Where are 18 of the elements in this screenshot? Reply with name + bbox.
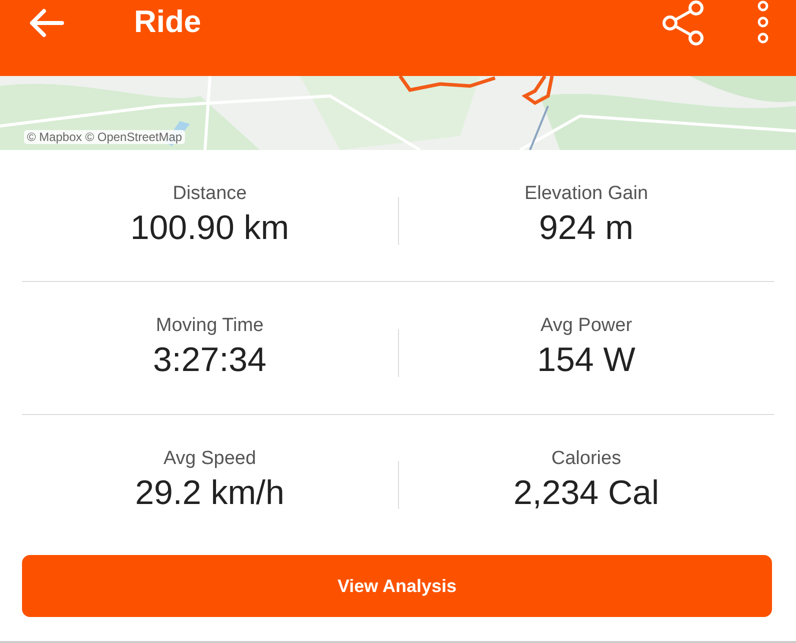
stat-value: 924 m (539, 209, 634, 248)
stat-value: 100.90 km (130, 209, 290, 248)
stat-value: 3:27:34 (153, 341, 266, 380)
stat-value: 2,234 Cal (513, 474, 660, 513)
stat-label: Calories (551, 448, 622, 470)
share-icon[interactable] (660, 0, 706, 46)
stat-label: Avg Speed (163, 448, 256, 470)
map-attribution: © Mapbox © OpenStreetMap (24, 130, 186, 144)
screen-title: Ride (134, 4, 202, 40)
stat-label: Elevation Gain (524, 183, 648, 206)
stat-label: Distance (172, 183, 247, 206)
stat-value: 29.2 km/h (135, 474, 284, 513)
stat-label: Avg Power (540, 315, 632, 338)
back-arrow-icon[interactable] (28, 8, 64, 38)
view-analysis-button[interactable]: View Analysis (22, 555, 772, 617)
stat-label: Moving Time (156, 315, 264, 338)
more-options-icon[interactable] (756, 0, 770, 44)
stat-value: 154 W (537, 341, 636, 380)
